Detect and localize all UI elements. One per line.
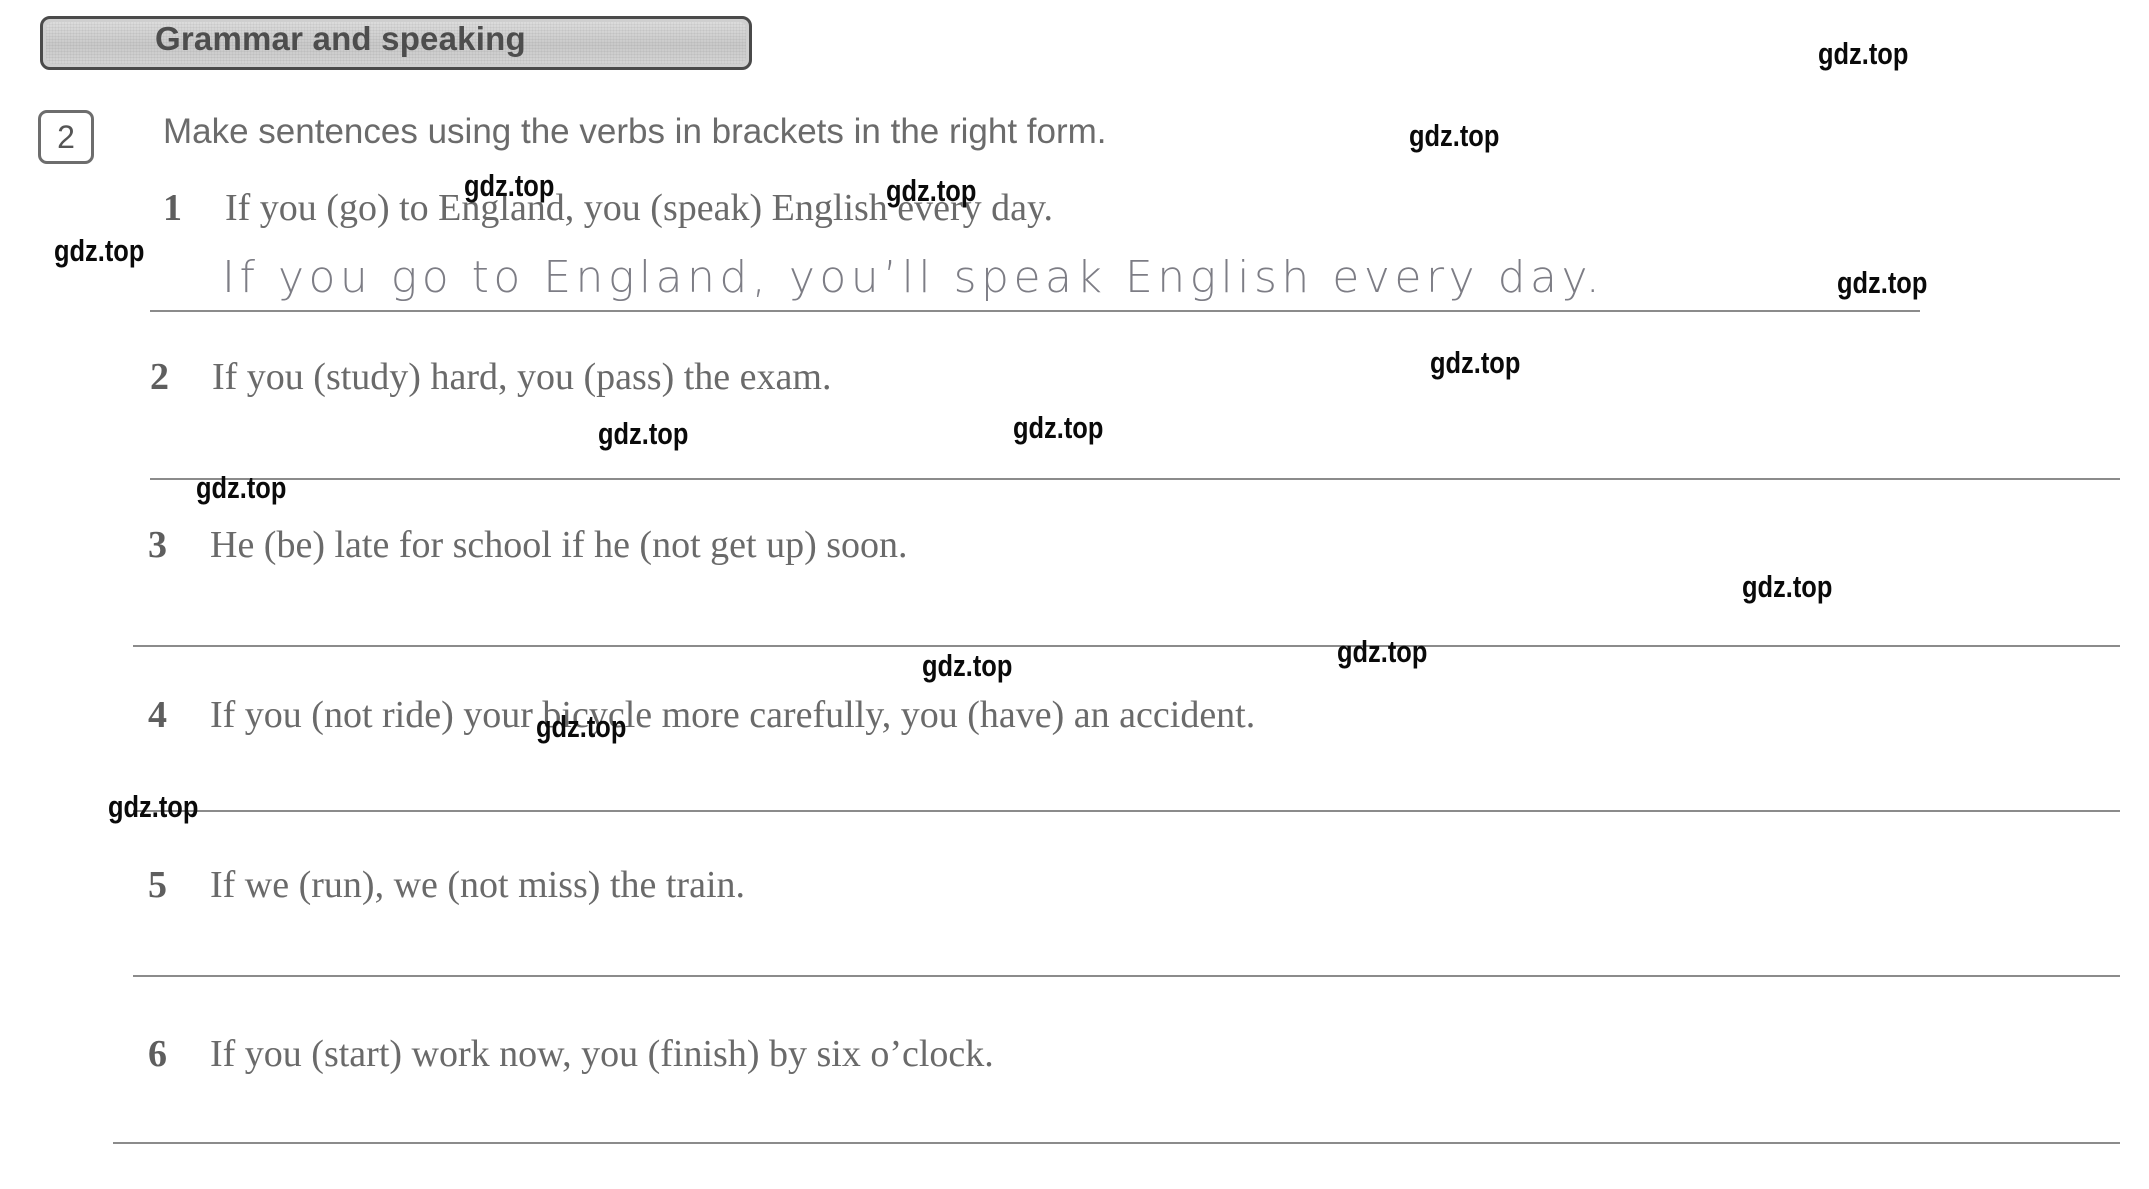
watermark: gdz.top	[1013, 410, 1104, 445]
item-index-4: 4	[148, 694, 167, 736]
answer-line-2	[150, 478, 2120, 480]
item-text-4: If you (not ride) your bicycle more care…	[210, 694, 1256, 736]
watermark: gdz.top	[1818, 36, 1909, 71]
watermark: gdz.top	[1430, 345, 1521, 380]
exercise-item-3: 3 He (be) late for school if he (not get …	[148, 523, 908, 567]
item-index-5: 5	[148, 864, 167, 906]
exercise-instruction: Make sentences using the verbs in bracke…	[163, 112, 1107, 151]
answer-line-1	[150, 310, 1920, 312]
item-text-5: If we (run), we (not miss) the train.	[210, 864, 746, 906]
watermark: gdz.top	[536, 709, 627, 744]
watermark: gdz.top	[1742, 569, 1833, 604]
item-index-1: 1	[163, 187, 182, 229]
watermark: gdz.top	[108, 789, 199, 824]
section-banner-title: Grammar and speaking	[155, 20, 526, 57]
exercise-item-4: 4 If you (not ride) your bicycle more car…	[148, 693, 1255, 737]
watermark: gdz.top	[196, 470, 287, 505]
worksheet-page: Grammar and speaking 2 Make sentences us…	[0, 0, 2149, 1189]
exercise-item-5: 5 If we (run), we (not miss) the train.	[148, 863, 745, 907]
watermark: gdz.top	[886, 173, 977, 208]
watermark: gdz.top	[1409, 118, 1500, 153]
watermark: gdz.top	[598, 416, 689, 451]
item-index-3: 3	[148, 524, 167, 566]
item-text-6: If you (start) work now, you (finish) by…	[210, 1033, 994, 1075]
answer-line-3	[133, 645, 2120, 647]
answer-line-5	[133, 975, 2120, 977]
watermark: gdz.top	[922, 648, 1013, 683]
watermark: gdz.top	[54, 233, 145, 268]
exercise-item-6: 6 If you (start) work now, you (finish) b…	[148, 1032, 994, 1076]
exercise-number-box: 2	[38, 110, 94, 164]
item-index-2: 2	[150, 356, 169, 398]
item-index-6: 6	[148, 1033, 167, 1075]
exercise-number: 2	[57, 119, 75, 155]
watermark: gdz.top	[1837, 265, 1928, 300]
answer-line-6	[113, 1142, 2120, 1144]
watermark: gdz.top	[464, 168, 555, 203]
exercise-item-2: 2 If you (study) hard, you (pass) the exa…	[150, 355, 831, 399]
item-text-3: He (be) late for school if he (not get u…	[210, 524, 908, 566]
handwritten-answer-1: If you go to England, you’ll speak Engli…	[222, 252, 1605, 303]
item-text-2: If you (study) hard, you (pass) the exam…	[212, 356, 832, 398]
watermark: gdz.top	[1337, 634, 1428, 669]
answer-line-4	[133, 810, 2120, 812]
